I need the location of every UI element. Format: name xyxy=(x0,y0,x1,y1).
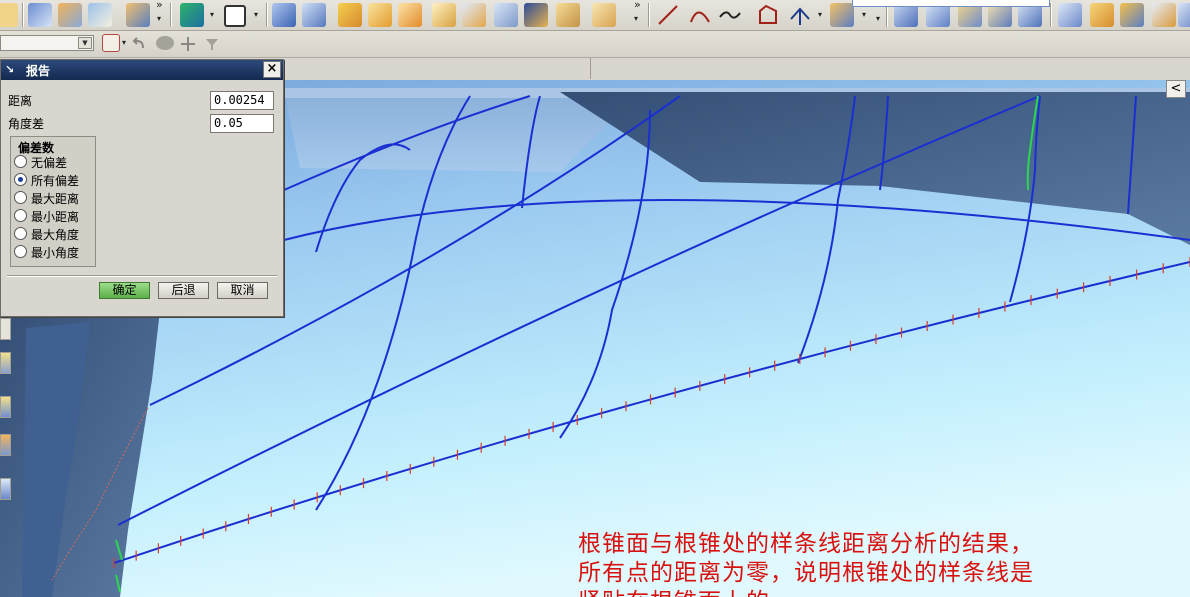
patch-icon[interactable] xyxy=(1120,3,1144,27)
shield-icon[interactable] xyxy=(58,3,82,27)
thicken-icon[interactable] xyxy=(1090,3,1114,27)
sheet-icon[interactable] xyxy=(1178,3,1190,27)
ribbon-icon[interactable] xyxy=(88,3,112,27)
annotation-line: 所有点的距离为零，说明根锥处的样条线是 xyxy=(578,560,1034,586)
radio-button[interactable] xyxy=(14,245,27,258)
revolve-icon[interactable] xyxy=(368,3,392,27)
user-icon[interactable] xyxy=(0,434,11,456)
distance-label: 距离 xyxy=(8,94,33,108)
radio-label: 最大角度 xyxy=(31,228,80,242)
measure-icon[interactable] xyxy=(0,396,11,418)
cancel-button[interactable]: 取消 xyxy=(217,282,268,299)
selection-toolbar: ▼ ▾ xyxy=(0,31,1190,58)
back-button[interactable]: 后退 xyxy=(158,282,209,299)
angle-field[interactable]: 0.05 xyxy=(210,114,274,133)
more-icon[interactable]: » xyxy=(156,0,163,11)
ok-button[interactable]: 确定 xyxy=(99,282,150,299)
extension-icon[interactable] xyxy=(1152,3,1176,27)
pen-icon[interactable] xyxy=(0,352,11,374)
chamfer-icon[interactable] xyxy=(756,3,780,27)
layer-icon[interactable] xyxy=(0,318,11,340)
close-button[interactable]: × xyxy=(263,61,281,78)
extrude-icon[interactable] xyxy=(432,3,456,27)
more-icon[interactable]: » xyxy=(634,0,641,11)
deviation-group: 偏差数 无偏差 所有偏差 最大距离 最小距离 最大角度 最小角度 xyxy=(10,136,96,267)
pin-icon[interactable]: ↘ xyxy=(5,63,14,76)
pad-icon[interactable] xyxy=(556,3,580,27)
report-dialog: ↘ 报告 × 距离 0.00254 角度差 0.05 偏差数 无偏差 所有偏差 最大… xyxy=(0,59,284,317)
snap-point-icon[interactable] xyxy=(102,34,120,52)
dropdown-arrow-icon[interactable]: ▾ xyxy=(876,14,880,23)
sketch-icon[interactable] xyxy=(0,3,18,27)
spline-icon[interactable] xyxy=(718,3,742,27)
toolbar-separator xyxy=(22,3,24,27)
dialog-titlebar[interactable]: ↘ 报告 × xyxy=(1,60,283,80)
dropdown-arrow-icon[interactable]: ▾ xyxy=(818,10,822,19)
boss-icon[interactable] xyxy=(494,3,518,27)
blob-icon[interactable] xyxy=(156,36,174,50)
divider xyxy=(7,275,277,277)
sweep-icon[interactable] xyxy=(398,3,422,27)
rectangle-icon[interactable] xyxy=(224,5,246,27)
radio-label: 无偏差 xyxy=(31,156,68,170)
tab-divider xyxy=(590,58,591,79)
dialog-title: 报告 xyxy=(26,64,51,78)
undo-icon[interactable] xyxy=(132,36,146,50)
radio-option[interactable]: 最大角度 xyxy=(14,225,96,243)
radio-option[interactable]: 最小角度 xyxy=(14,243,96,261)
radio-option[interactable]: 无偏差 xyxy=(14,153,96,171)
dropdown-arrow-icon[interactable]: ▾ xyxy=(157,14,161,23)
annotation-line: 根锥面与根锥处的样条线距离分析的结果， xyxy=(578,531,1034,557)
point-icon[interactable] xyxy=(788,3,812,27)
radio-label: 所有偏差 xyxy=(31,174,80,188)
toolbar-separator xyxy=(266,3,268,27)
radio-button[interactable] xyxy=(14,209,27,222)
radio-label: 最大距离 xyxy=(31,192,80,206)
view-orient-icon[interactable] xyxy=(126,3,150,27)
cross-icon[interactable] xyxy=(180,36,196,52)
radio-option[interactable]: 所有偏差 xyxy=(14,171,96,189)
shape-add-icon[interactable] xyxy=(180,3,204,27)
radio-button[interactable] xyxy=(14,191,27,204)
radio-option[interactable]: 最小距离 xyxy=(14,207,96,225)
dropdown-arrow-icon[interactable]: ▾ xyxy=(122,38,126,47)
angle-label: 角度差 xyxy=(8,117,45,131)
chevron-down-icon[interactable]: ▼ xyxy=(78,37,92,49)
shaded-view-icon[interactable] xyxy=(272,3,296,27)
image-icon[interactable] xyxy=(0,478,11,500)
hole-icon[interactable] xyxy=(462,3,486,27)
annotation-text: 根锥面与根锥处的样条线距离分析的结果， 所有点的距离为零，说明根锥处的样条线是 … xyxy=(578,530,1178,597)
dropdown-arrow-icon[interactable]: ▾ xyxy=(254,10,258,19)
radio-button[interactable] xyxy=(14,227,27,240)
slot-icon[interactable] xyxy=(592,3,616,27)
arc-icon[interactable] xyxy=(688,3,712,27)
radio-button[interactable] xyxy=(14,155,27,168)
dropdown-arrow-icon[interactable]: ▾ xyxy=(862,10,866,19)
line-icon[interactable] xyxy=(656,3,680,27)
dropdown-arrow-icon[interactable]: ▾ xyxy=(634,14,638,23)
block-icon[interactable] xyxy=(338,3,362,27)
dropdown-arrow-icon[interactable]: ▾ xyxy=(210,10,214,19)
radio-label: 最小距离 xyxy=(31,210,80,224)
filter-funnel-icon[interactable] xyxy=(204,36,220,52)
radio-button[interactable] xyxy=(14,173,27,186)
sew-icon[interactable] xyxy=(1058,3,1082,27)
radio-label: 最小角度 xyxy=(31,246,80,260)
distance-field[interactable]: 0.00254 xyxy=(210,91,274,110)
toolbar-separator xyxy=(170,3,172,27)
wireframe-view-icon[interactable] xyxy=(302,3,326,27)
book-icon[interactable] xyxy=(28,3,52,27)
toolbar-separator xyxy=(648,3,650,27)
pocket-icon[interactable] xyxy=(524,3,548,27)
filter-combo[interactable]: ▼ xyxy=(0,35,94,51)
popup-edge xyxy=(852,0,1050,7)
radio-option[interactable]: 最大距离 xyxy=(14,189,96,207)
toolbar-separator xyxy=(1050,3,1052,27)
annotation-line: 紧贴在根锥面上的。 xyxy=(578,588,1178,597)
datum-plane-icon[interactable] xyxy=(830,3,854,27)
chevron-left-icon[interactable]: < xyxy=(1166,80,1186,98)
